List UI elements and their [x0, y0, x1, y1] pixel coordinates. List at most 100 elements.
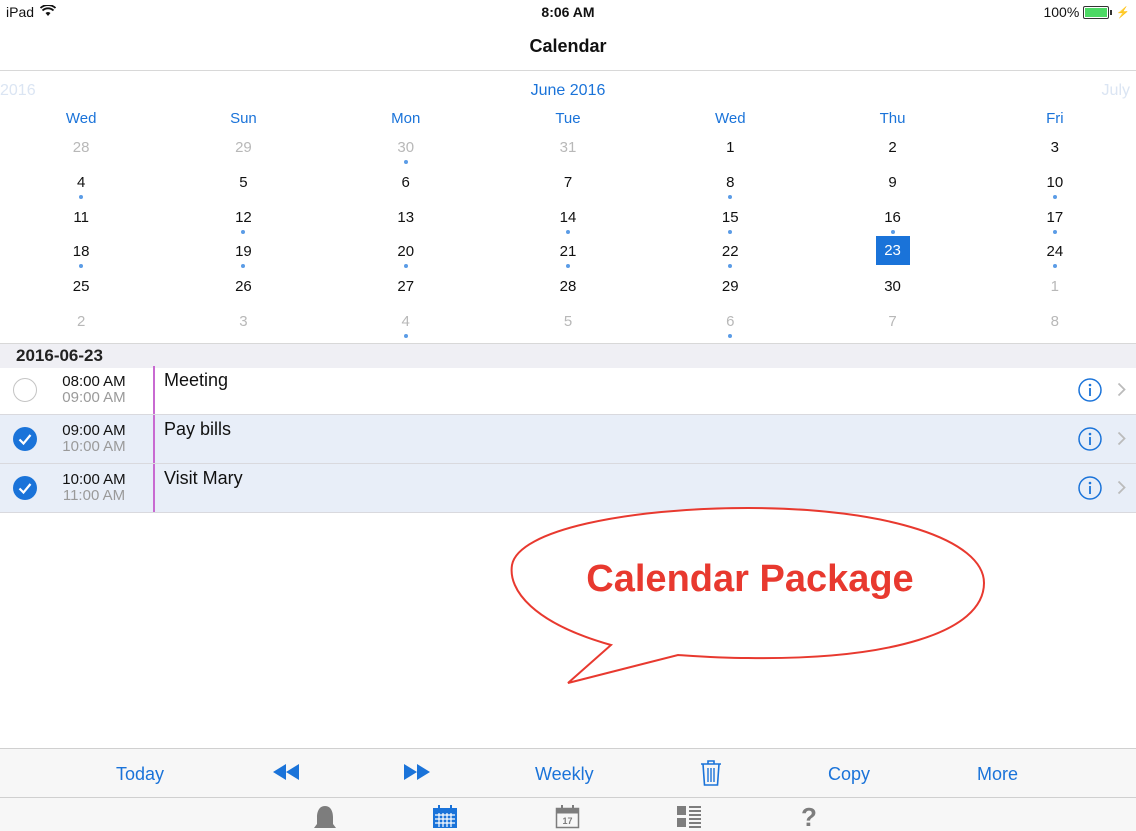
calendar-day[interactable]: 2	[0, 308, 162, 343]
calendar-day[interactable]: 20	[325, 238, 487, 273]
calendar-week-row: 11 12 13 14 15 16 17	[0, 204, 1136, 239]
day-number: 9	[888, 173, 897, 191]
calendar-day[interactable]: 24	[974, 238, 1136, 273]
calendar-day[interactable]: 13	[325, 204, 487, 239]
more-button[interactable]: More	[977, 764, 1018, 785]
checkmark-icon[interactable]	[13, 476, 37, 500]
calendar-day[interactable]: 17	[974, 204, 1136, 239]
event-indicator-dot	[728, 333, 733, 338]
calendar-day[interactable]: 6	[649, 308, 811, 343]
calendar-day-selected[interactable]: 23	[811, 236, 973, 273]
calendar-day[interactable]: 1	[974, 273, 1136, 308]
calendar-week-row: 18 19 20 21 22 23 24	[0, 236, 1136, 273]
bell-icon[interactable]	[312, 804, 338, 831]
day-number: 3	[1050, 139, 1059, 156]
calendar-day[interactable]: 21	[487, 238, 649, 273]
calendar-day[interactable]: 27	[325, 273, 487, 308]
day-number: 13	[397, 208, 415, 226]
empty-checkbox-icon[interactable]	[13, 378, 37, 402]
calendar-day[interactable]: 28	[0, 134, 162, 169]
checkmark-icon[interactable]	[13, 427, 37, 451]
calendar-day[interactable]: 8	[974, 308, 1136, 343]
event-indicator-dot	[565, 229, 570, 234]
calendar-day[interactable]: 9	[811, 169, 973, 204]
event-row[interactable]: 08:00 AM 09:00 AM Meeting	[0, 366, 1136, 415]
day-number: 23	[875, 236, 910, 266]
page-title: Calendar	[529, 36, 607, 56]
calendar-day[interactable]: 12	[162, 204, 324, 239]
calendar-day[interactable]: 8	[649, 169, 811, 204]
list-icon[interactable]	[676, 804, 702, 831]
rewind-icon[interactable]	[272, 761, 300, 788]
day-number: 15	[721, 208, 739, 226]
trash-icon[interactable]	[700, 759, 722, 792]
chevron-right-icon[interactable]	[1117, 382, 1126, 402]
chevron-right-icon[interactable]	[1117, 480, 1126, 500]
calendar-day[interactable]: 11	[0, 204, 162, 239]
day-number: 30	[884, 278, 901, 296]
copy-button[interactable]: Copy	[828, 764, 870, 785]
calendar-day[interactable]: 18	[0, 238, 162, 273]
day-number: 3	[239, 312, 248, 330]
callout-text: Calendar Package	[586, 558, 914, 600]
day-number: 27	[397, 278, 415, 296]
calendar-day[interactable]: 5	[487, 308, 649, 343]
calendar-day[interactable]: 29	[162, 134, 324, 169]
weekday-label: Wed	[714, 110, 746, 127]
calendar-day[interactable]: 28	[487, 273, 649, 308]
day-number: 21	[559, 243, 577, 261]
info-icon[interactable]	[1078, 427, 1102, 451]
calendar-day[interactable]: 30	[811, 273, 973, 308]
tab-date-label: 17	[562, 816, 572, 826]
selected-date-header: 2016-06-23	[0, 343, 1136, 368]
calendar-grid-icon[interactable]	[432, 804, 458, 831]
info-icon[interactable]	[1078, 378, 1102, 402]
calendar-day[interactable]: 14	[487, 204, 649, 239]
event-start-time: 08:00 AM	[62, 373, 126, 390]
today-button[interactable]: Today	[116, 764, 164, 785]
calendar-day[interactable]: 30	[325, 134, 487, 169]
calendar-day[interactable]: 2	[811, 134, 973, 169]
calendar-day[interactable]: 7	[811, 308, 973, 343]
charging-bolt-icon: ⚡	[1116, 6, 1130, 19]
calendar-day[interactable]: 15	[649, 204, 811, 239]
day-number: 6	[726, 312, 735, 330]
calendar-day[interactable]: 19	[162, 238, 324, 273]
calendar-day[interactable]: 7	[487, 169, 649, 204]
fast-forward-icon[interactable]	[403, 761, 431, 788]
event-start-time: 09:00 AM	[62, 422, 126, 439]
calendar-week-row: 4 5 6 7 8 9 10	[0, 169, 1136, 204]
calendar-day[interactable]: 6	[325, 169, 487, 204]
next-month-label[interactable]: July	[1102, 82, 1130, 100]
calendar-week-row: 25 26 27 28 29 30 1	[0, 273, 1136, 308]
month-calendar: 2016 June 2016 July Wed Sun Mon Tue Wed …	[0, 72, 1136, 342]
day-number: 28	[559, 278, 577, 296]
weekly-button[interactable]: Weekly	[535, 764, 594, 785]
help-icon[interactable]: ?	[801, 802, 817, 831]
day-number: 29	[721, 278, 739, 296]
event-times: 08:00 AM 09:00 AM	[48, 374, 140, 406]
calendar-day-icon[interactable]: 17	[555, 804, 581, 831]
event-row[interactable]: 09:00 AM 10:00 AM Pay bills	[0, 415, 1136, 464]
event-color-bar	[153, 464, 155, 512]
calendar-day[interactable]: 5	[162, 169, 324, 204]
calendar-day[interactable]: 1	[649, 134, 811, 169]
calendar-day[interactable]: 4	[0, 169, 162, 204]
calendar-day[interactable]: 4	[325, 308, 487, 343]
calendar-day[interactable]: 31	[487, 134, 649, 169]
info-icon[interactable]	[1078, 476, 1102, 500]
calendar-day[interactable]: 29	[649, 273, 811, 308]
calendar-day[interactable]: 3	[974, 134, 1136, 169]
chevron-right-icon[interactable]	[1117, 431, 1126, 451]
event-indicator-dot	[1052, 264, 1057, 269]
calendar-day[interactable]: 16	[811, 204, 973, 239]
month-header: 2016 June 2016 July	[0, 82, 1136, 104]
event-indicator-dot	[1052, 229, 1057, 234]
calendar-day[interactable]: 25	[0, 273, 162, 308]
calendar-day[interactable]: 10	[974, 169, 1136, 204]
calendar-day[interactable]: 3	[162, 308, 324, 343]
day-number: 28	[72, 139, 90, 156]
calendar-day[interactable]: 22	[649, 238, 811, 273]
event-times: 09:00 AM 10:00 AM	[48, 423, 140, 455]
calendar-day[interactable]: 26	[162, 273, 324, 308]
